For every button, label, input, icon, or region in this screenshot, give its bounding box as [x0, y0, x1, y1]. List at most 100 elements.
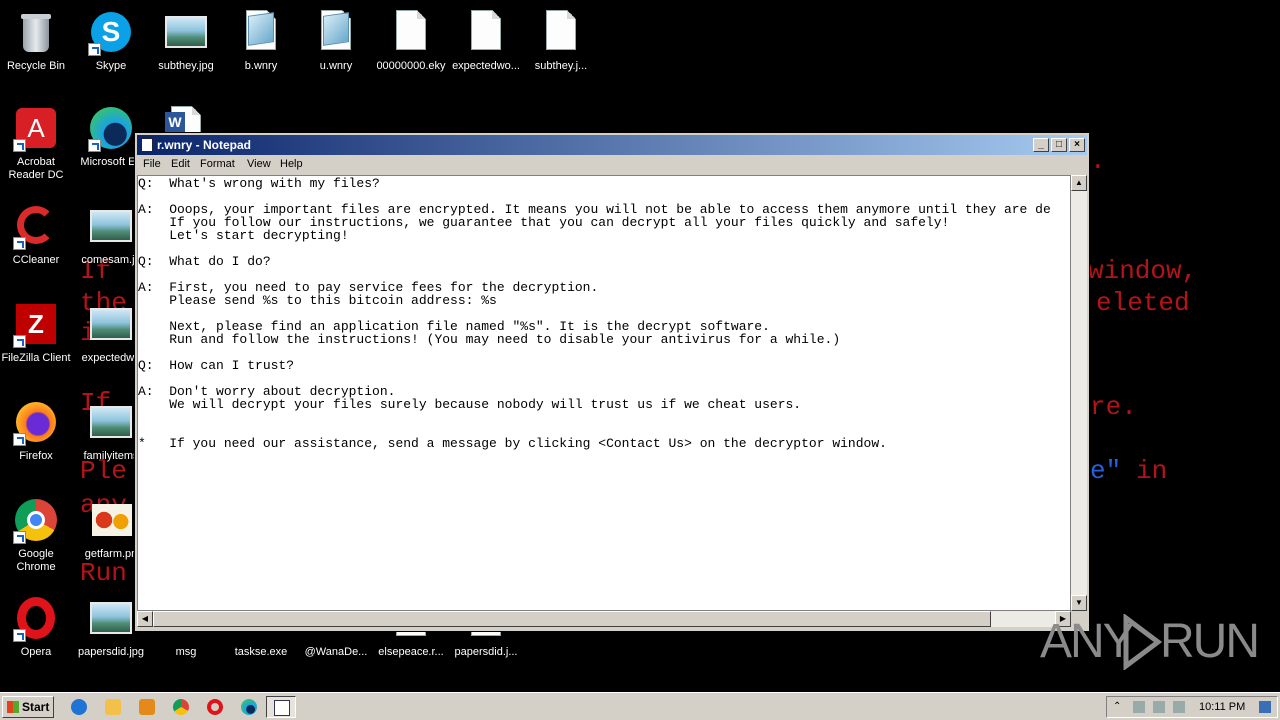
windows-logo-icon: [7, 701, 19, 713]
desktop-icon-label: 00000000.eky: [376, 60, 446, 72]
desktop-icon-label: CCleaner: [12, 254, 60, 266]
desktop-icon-acrobat[interactable]: A Acrobat Reader DC: [0, 102, 74, 190]
volume-icon[interactable]: [1133, 701, 1145, 713]
desktop-icon-label: Recycle Bin: [6, 60, 66, 72]
taskbar-notepad-button[interactable]: [266, 696, 296, 718]
image-file-icon: [88, 302, 134, 348]
skype-icon: S: [88, 10, 134, 56]
firefox-icon: [13, 400, 59, 446]
desktop-icon-label: expectedwo...: [452, 60, 520, 72]
notepad-icon: [274, 700, 290, 716]
window-title: r.wnry - Notepad: [157, 138, 252, 152]
desktop-icon-firefox[interactable]: Firefox: [0, 396, 74, 484]
desktop-icon-ccleaner[interactable]: CCleaner: [0, 200, 74, 288]
wnry-file-icon: [313, 10, 359, 56]
desktop-icon-label: Firefox: [19, 450, 53, 462]
edge-icon: [88, 106, 134, 152]
opera-icon[interactable]: [207, 699, 223, 715]
notepad-window[interactable]: r.wnry - Notepad _ □ × File Edit Format …: [134, 132, 1090, 632]
chrome-icon[interactable]: [173, 699, 189, 715]
clock[interactable]: 10:11 PM: [1199, 701, 1245, 713]
desktop-icon-label: b.wnry: [244, 60, 278, 72]
desktop-icon-label: taskse.exe: [234, 646, 288, 658]
image-file-icon: [88, 204, 134, 250]
wallpaper-text: in: [1136, 456, 1168, 486]
watermark-left: ANY: [1040, 615, 1135, 668]
horizontal-scroll-thumb[interactable]: [153, 611, 991, 627]
scroll-down-arrow-icon[interactable]: ▼: [1071, 595, 1087, 611]
scroll-left-arrow-icon[interactable]: ◀: [137, 611, 153, 627]
desktop-icon-chrome[interactable]: Google Chrome: [0, 494, 74, 582]
anyrun-watermark: ANY RUN: [1040, 610, 1260, 670]
watermark-right: RUN: [1160, 615, 1260, 668]
acrobat-icon: A: [13, 106, 59, 152]
desktop-icon-label: Google Chrome: [16, 548, 56, 573]
image-file-icon: [163, 10, 209, 56]
desktop-icon-filezilla[interactable]: Z FileZilla Client: [0, 298, 74, 386]
menu-edit[interactable]: Edit: [171, 158, 190, 170]
desktop-icon-label: FileZilla Client: [1, 352, 71, 364]
desktop-icon-label: papersdid.j...: [454, 646, 518, 658]
wallpaper-text: .: [1090, 146, 1106, 176]
desktop-icon-b-wnry[interactable]: b.wnry: [223, 6, 299, 94]
desktop-icon-expectedwo[interactable]: expectedwo...: [448, 6, 524, 94]
vertical-scrollbar[interactable]: ▲ ▼: [1071, 175, 1087, 611]
menu-help[interactable]: Help: [280, 158, 303, 170]
ccleaner-icon: [13, 204, 59, 250]
recycle-bin-icon: [13, 10, 59, 56]
ie-icon[interactable]: [71, 699, 87, 715]
notepad-icon: [141, 138, 153, 152]
desktop-icon-opera[interactable]: Opera: [0, 592, 74, 680]
text-area[interactable]: Q: What's wrong with my files? A: Ooops,…: [137, 175, 1071, 611]
wnry-file-icon: [238, 10, 284, 56]
wallpaper-text: e": [1090, 456, 1122, 486]
desktop-icon-label: msg: [175, 646, 197, 658]
menu-view[interactable]: View: [247, 158, 271, 170]
desktop-icon-label: u.wnry: [319, 60, 353, 72]
close-button[interactable]: ×: [1069, 138, 1085, 152]
blank-file-icon: [538, 10, 584, 56]
start-button[interactable]: Start: [2, 696, 54, 718]
desktop-icon-label: subthey.j...: [534, 60, 588, 72]
media-player-icon[interactable]: [139, 699, 155, 715]
menu-file[interactable]: File: [143, 158, 161, 170]
wallpaper-text: re.: [1090, 392, 1137, 422]
desktop-icon-label: @WanaDe...: [304, 646, 368, 658]
title-bar[interactable]: r.wnry - Notepad _ □ ×: [137, 135, 1087, 155]
desktop-icon-label: Opera: [20, 646, 52, 658]
image-file-icon: [88, 400, 134, 446]
menu-bar: File Edit Format View Help: [137, 156, 1087, 174]
chrome-icon: [13, 498, 59, 544]
image-file-icon: [88, 498, 134, 544]
minimize-button[interactable]: _: [1033, 138, 1049, 152]
desktop-icon-skype[interactable]: S Skype: [73, 6, 149, 94]
start-label: Start: [22, 700, 50, 714]
desktop-icon-subthey-jpg[interactable]: subthey.jpg: [148, 6, 224, 94]
action-center-flag-icon[interactable]: [1173, 701, 1185, 713]
horizontal-scrollbar[interactable]: ◀ ▶: [137, 611, 1071, 627]
network-icon[interactable]: [1153, 701, 1165, 713]
taskbar: Start ⌃ 10:11 PM: [0, 692, 1280, 720]
desktop-icon-eky[interactable]: 00000000.eky: [373, 6, 449, 94]
desktop-icon-u-wnry[interactable]: u.wnry: [298, 6, 374, 94]
wallpaper-text: eleted: [1096, 288, 1190, 318]
desktop-icon-recycle-bin[interactable]: Recycle Bin: [0, 6, 74, 94]
desktop-icon-label: Skype: [95, 60, 127, 72]
desktop-icon-subthey-j[interactable]: subthey.j...: [523, 6, 599, 94]
filezilla-icon: Z: [13, 302, 59, 348]
desktop-icon-label: subthey.jpg: [158, 60, 214, 72]
menu-format[interactable]: Format: [200, 158, 235, 170]
show-desktop-icon[interactable]: [1259, 701, 1271, 713]
play-icon: [1123, 614, 1162, 670]
explorer-icon[interactable]: [105, 699, 121, 715]
desktop-icon-label: Acrobat Reader DC: [8, 156, 64, 181]
image-file-icon: [88, 596, 134, 642]
edge-icon[interactable]: [241, 699, 257, 715]
scroll-up-arrow-icon[interactable]: ▲: [1071, 175, 1087, 191]
blank-file-icon: [463, 10, 509, 56]
opera-icon: [13, 596, 59, 642]
wallpaper-text: window,: [1088, 256, 1198, 286]
desktop-icon-label: papersdid.jpg: [77, 646, 145, 658]
tray-expand-icon[interactable]: ⌃: [1113, 701, 1125, 713]
maximize-button[interactable]: □: [1051, 138, 1067, 152]
